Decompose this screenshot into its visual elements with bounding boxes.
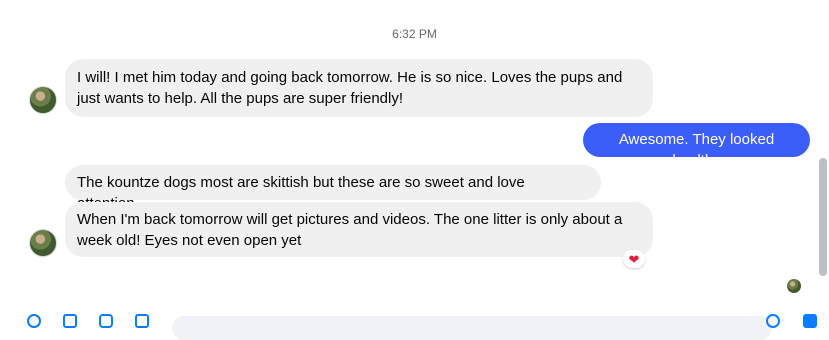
incoming-message[interactable]: The kountze dogs most are skittish but t…: [65, 165, 601, 212]
heart-reaction[interactable]: ❤: [623, 250, 645, 268]
outgoing-message[interactable]: Awesome. They looked healthy: [583, 123, 810, 169]
message-timestamp: 6:32 PM: [392, 27, 437, 41]
scrollbar[interactable]: [817, 0, 829, 321]
message-text: When I'm back tomorrow will get pictures…: [77, 211, 623, 249]
contact-avatar[interactable]: [29, 86, 57, 114]
scrollbar-thumb[interactable]: [819, 158, 827, 276]
sticker-icon[interactable]: [99, 314, 113, 328]
seen-avatar: [787, 279, 801, 293]
message-text: Awesome. They looked healthy: [618, 131, 775, 169]
message-text: I will! I met him today and going back t…: [77, 69, 623, 107]
message-input[interactable]: [172, 316, 772, 340]
like-icon[interactable]: [803, 314, 817, 328]
plus-icon[interactable]: [27, 314, 41, 328]
heart-icon: ❤: [628, 251, 640, 267]
message-composer: [0, 306, 829, 340]
contact-avatar[interactable]: [29, 229, 57, 257]
incoming-message[interactable]: I will! I met him today and going back t…: [65, 59, 653, 117]
image-icon[interactable]: [63, 314, 77, 328]
gif-icon[interactable]: [135, 314, 149, 328]
incoming-message[interactable]: When I'm back tomorrow will get pictures…: [65, 202, 653, 257]
emoji-icon[interactable]: [766, 314, 780, 328]
